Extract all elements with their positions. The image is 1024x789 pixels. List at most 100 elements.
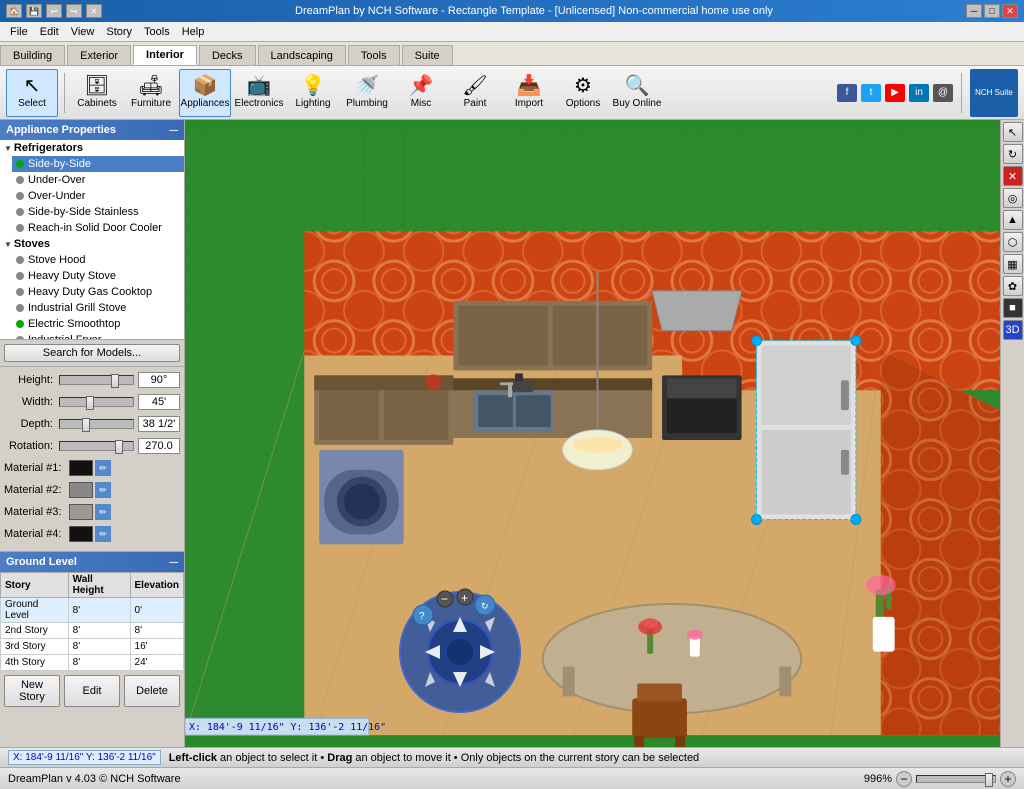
- toolbar-cabinets-label: Cabinets: [77, 98, 116, 109]
- tree-item-heavy-duty-gas[interactable]: Heavy Duty Gas Cooktop: [12, 284, 184, 300]
- search-models-btn[interactable]: Search for Models...: [4, 344, 180, 362]
- youtube-btn[interactable]: ▶: [885, 84, 905, 102]
- stop-btn[interactable]: ✕: [86, 4, 102, 18]
- tab-interior[interactable]: Interior: [133, 45, 197, 65]
- undo-btn[interactable]: ↩: [46, 4, 62, 18]
- menu-help[interactable]: Help: [176, 23, 211, 41]
- zoom-minus-btn[interactable]: −: [896, 771, 912, 787]
- mat1-edit-btn[interactable]: ✏: [95, 460, 111, 476]
- view-btn-decor[interactable]: ✿: [1003, 276, 1023, 296]
- tree-item-side-by-side[interactable]: Side-by-Side: [12, 156, 184, 172]
- mat3-swatch[interactable]: [69, 504, 93, 520]
- share-btn[interactable]: @: [933, 84, 953, 102]
- view-btn-cursor[interactable]: ↖: [1003, 122, 1023, 142]
- maximize-btn[interactable]: □: [984, 4, 1000, 18]
- toolbar-appliances[interactable]: 📦 Appliances: [179, 69, 231, 117]
- story-row-2nd[interactable]: 2nd Story 8' 8': [1, 623, 184, 639]
- mat1-swatch[interactable]: [69, 460, 93, 476]
- toolbar-buy-online[interactable]: 🔍 Buy Online: [611, 69, 663, 117]
- toolbar-furniture[interactable]: 🛋 Furniture: [125, 69, 177, 117]
- view-btn-rotate[interactable]: ↻: [1003, 144, 1023, 164]
- facebook-btn[interactable]: f: [837, 84, 857, 102]
- menu-story[interactable]: Story: [100, 23, 138, 41]
- width-thumb[interactable]: [86, 396, 94, 410]
- story-row-ground[interactable]: Ground Level 8' 0': [1, 598, 184, 623]
- tab-building[interactable]: Building: [0, 45, 65, 65]
- close-btn[interactable]: ✕: [1002, 4, 1018, 18]
- rotation-thumb[interactable]: [115, 440, 123, 454]
- mat2-swatch[interactable]: [69, 482, 93, 498]
- height-slider[interactable]: [59, 375, 134, 385]
- toolbar-import[interactable]: 📥 Import: [503, 69, 555, 117]
- mat3-edit-btn[interactable]: ✏: [95, 504, 111, 520]
- view-btn-delete[interactable]: ✕: [1003, 166, 1023, 186]
- tree-item-stoves-cat[interactable]: ▼ Stoves: [0, 236, 184, 252]
- story-row-4th[interactable]: 4th Story 8' 24': [1, 655, 184, 671]
- tree-item-electric-smoothtop[interactable]: Electric Smoothtop: [12, 316, 184, 332]
- toolbar-paint[interactable]: 🖌 Paint: [449, 69, 501, 117]
- toolbar-plumbing[interactable]: 🚿 Plumbing: [341, 69, 393, 117]
- delete-story-btn[interactable]: Delete: [124, 675, 180, 707]
- depth-thumb[interactable]: [82, 418, 90, 432]
- height-label: Height:: [4, 374, 59, 386]
- zoom-thumb[interactable]: [985, 773, 993, 787]
- tab-exterior[interactable]: Exterior: [67, 45, 131, 65]
- tab-landscaping[interactable]: Landscaping: [258, 45, 346, 65]
- tree-item-label: Industrial Grill Stove: [28, 302, 126, 314]
- tree-item-sbs-stainless[interactable]: Side-by-Side Stainless: [12, 204, 184, 220]
- tab-tools-tab[interactable]: Tools: [348, 45, 400, 65]
- tree-item-stove-hood[interactable]: Stove Hood: [12, 252, 184, 268]
- twitter-btn[interactable]: t: [861, 84, 881, 102]
- toolbar-electronics[interactable]: 📺 Electronics: [233, 69, 285, 117]
- new-story-btn[interactable]: New Story: [4, 675, 60, 707]
- tab-suite[interactable]: Suite: [402, 45, 453, 65]
- appliance-tree[interactable]: ▼ Refrigerators Side-by-Side Under-Over …: [0, 140, 184, 340]
- viewport[interactable]: X: 184'-9 11/16" Y: 136'-2 11/16": [185, 120, 1000, 747]
- zoom-plus-btn[interactable]: +: [1000, 771, 1016, 787]
- width-slider[interactable]: [59, 397, 134, 407]
- appliance-panel-toggle[interactable]: ─: [169, 123, 178, 137]
- edit-story-btn[interactable]: Edit: [64, 675, 120, 707]
- toolbar-cabinets[interactable]: 🗄 Cabinets: [71, 69, 123, 117]
- depth-slider[interactable]: [59, 419, 134, 429]
- zoom-slider[interactable]: [916, 775, 996, 783]
- view-btn-black[interactable]: ■: [1003, 298, 1023, 318]
- tree-item-under-over[interactable]: Under-Over: [12, 172, 184, 188]
- story-wall-height: 8': [68, 655, 130, 671]
- toolbar-lighting[interactable]: 💡 Lighting: [287, 69, 339, 117]
- minimize-btn[interactable]: ─: [966, 4, 982, 18]
- view-btn-focus[interactable]: ◎: [1003, 188, 1023, 208]
- view-btn-hex[interactable]: ⬡: [1003, 232, 1023, 252]
- menu-edit[interactable]: Edit: [34, 23, 65, 41]
- tree-item-reach-in[interactable]: Reach-in Solid Door Cooler: [12, 220, 184, 236]
- menu-file[interactable]: File: [4, 23, 34, 41]
- ground-level-toggle[interactable]: ─: [169, 555, 178, 569]
- quick-save-btn[interactable]: 💾: [26, 4, 42, 18]
- story-row-3rd[interactable]: 3rd Story 8' 16': [1, 639, 184, 655]
- mat4-edit-btn[interactable]: ✏: [95, 526, 111, 542]
- width-label: Width:: [4, 396, 59, 408]
- tree-item-heavy-duty-stove[interactable]: Heavy Duty Stove: [12, 268, 184, 284]
- tab-decks[interactable]: Decks: [199, 45, 256, 65]
- story-table: Story Wall Height Elevation Ground Level…: [0, 572, 184, 671]
- tree-item-industrial-grill[interactable]: Industrial Grill Stove: [12, 300, 184, 316]
- nch-suite-btn[interactable]: NCH Suite: [970, 69, 1018, 117]
- redo-btn[interactable]: ↪: [66, 4, 82, 18]
- nav-wheel[interactable]: ? − + ↻: [395, 587, 525, 717]
- height-thumb[interactable]: [111, 374, 119, 388]
- rotation-slider[interactable]: [59, 441, 134, 451]
- toolbar-misc[interactable]: 📌 Misc: [395, 69, 447, 117]
- menu-tools[interactable]: Tools: [138, 23, 176, 41]
- view-btn-3d[interactable]: 3D: [1003, 320, 1023, 340]
- mat4-swatch[interactable]: [69, 526, 93, 542]
- linkedin-btn[interactable]: in: [909, 84, 929, 102]
- tree-item-industrial-fryer[interactable]: Industrial Fryer: [12, 332, 184, 340]
- view-btn-up[interactable]: ▲: [1003, 210, 1023, 230]
- menu-view[interactable]: View: [65, 23, 101, 41]
- view-btn-grid[interactable]: ▦: [1003, 254, 1023, 274]
- toolbar-options[interactable]: ⚙ Options: [557, 69, 609, 117]
- mat2-edit-btn[interactable]: ✏: [95, 482, 111, 498]
- tree-item-refrigerators[interactable]: ▼ Refrigerators: [0, 140, 184, 156]
- tree-item-over-under[interactable]: Over-Under: [12, 188, 184, 204]
- toolbar-select[interactable]: ↖ Select: [6, 69, 58, 117]
